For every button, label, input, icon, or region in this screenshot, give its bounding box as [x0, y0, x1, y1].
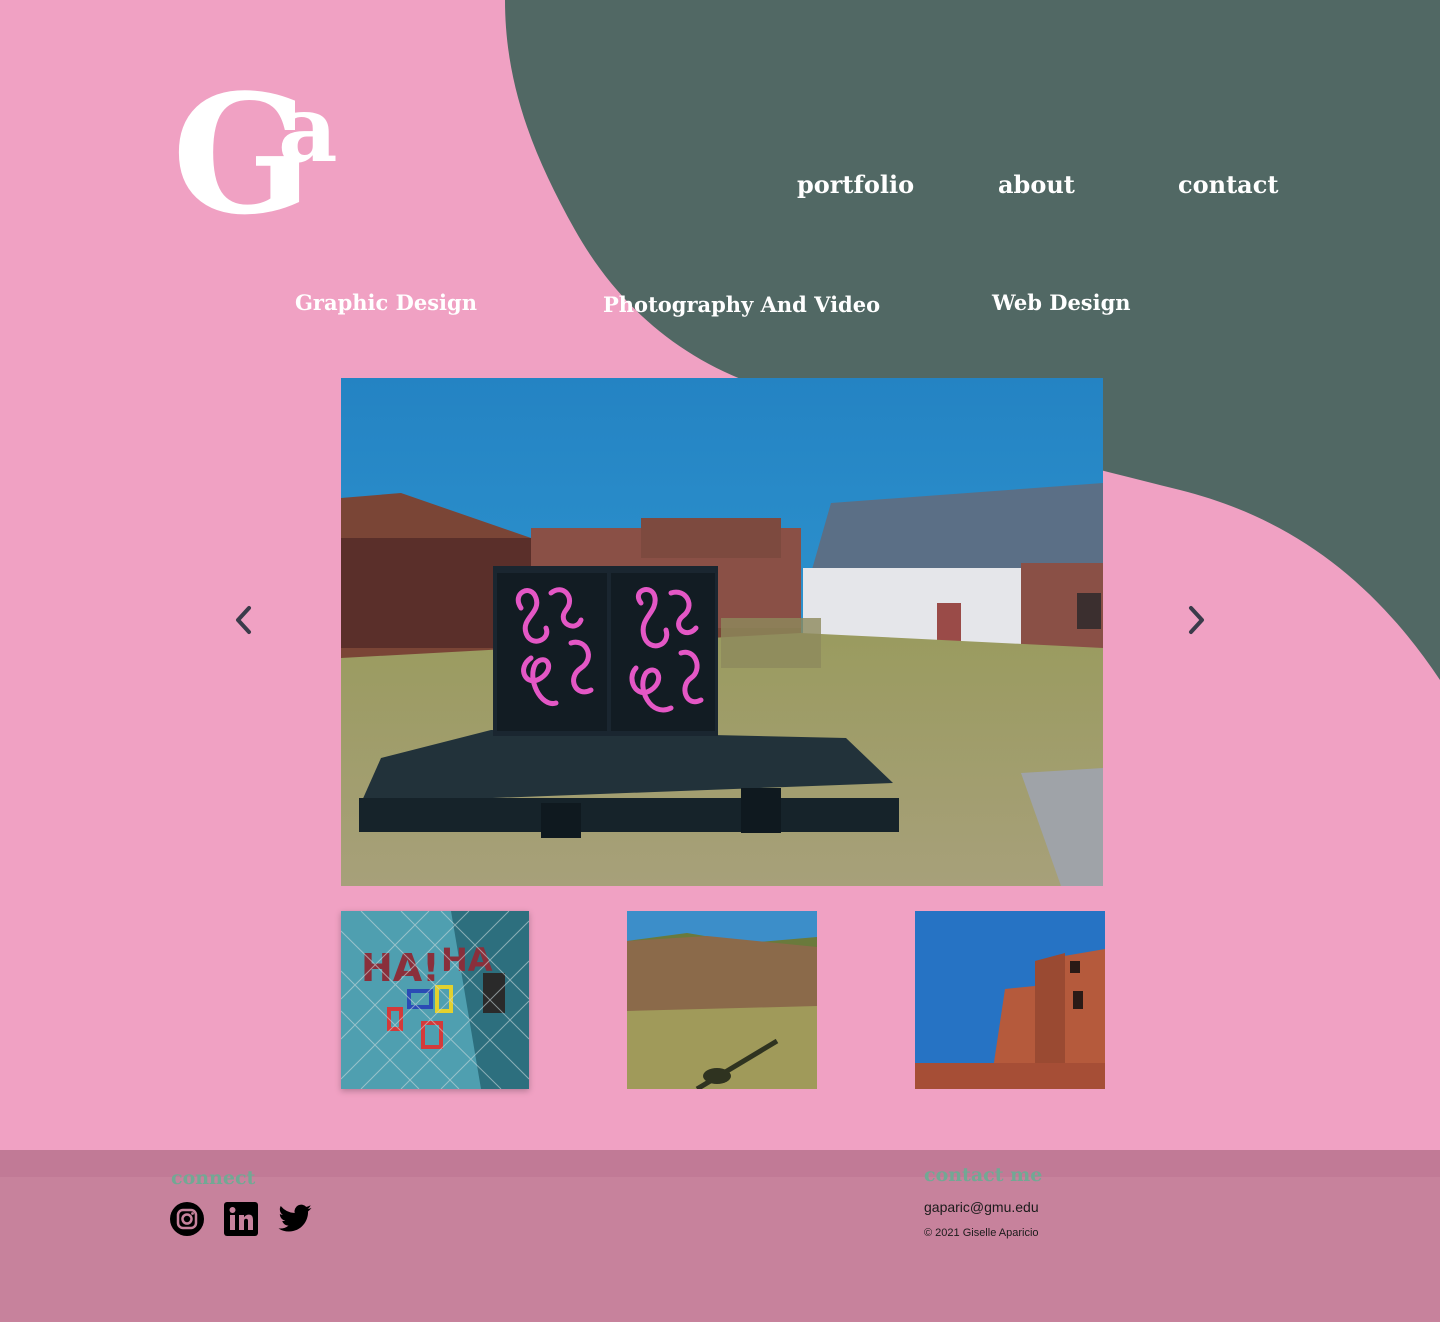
linkedin-icon	[224, 1202, 258, 1236]
nav-contact[interactable]: contact	[1178, 170, 1278, 199]
logo[interactable]: G a	[170, 73, 370, 237]
chevron-right-icon	[1189, 606, 1204, 634]
twitter-link[interactable]	[277, 1201, 313, 1237]
contact-email[interactable]: gaparic@gmu.edu	[924, 1199, 1039, 1215]
category-web-design[interactable]: Web Design	[992, 290, 1131, 315]
thumbnail-1[interactable]: HA! HA	[341, 911, 529, 1089]
carousel-main-image	[341, 378, 1103, 886]
instagram-icon	[170, 1202, 204, 1236]
instagram-link[interactable]	[169, 1201, 205, 1237]
connect-heading: connect	[171, 1167, 256, 1189]
carousel-next-button[interactable]	[1176, 600, 1216, 640]
contact-heading: contact me	[924, 1164, 1043, 1186]
twitter-icon	[278, 1204, 312, 1232]
copyright-text: © 2021 Giselle Aparicio	[924, 1227, 1039, 1239]
nav-portfolio[interactable]: portfolio	[797, 170, 914, 199]
chevron-left-icon	[236, 606, 251, 634]
nav-about[interactable]: about	[998, 170, 1075, 199]
category-graphic-design[interactable]: Graphic Design	[295, 290, 477, 315]
linkedin-link[interactable]	[223, 1201, 259, 1237]
thumbnail-3[interactable]	[915, 911, 1105, 1089]
thumbnail-2[interactable]	[627, 911, 817, 1089]
category-photography-video[interactable]: Photography And Video	[603, 292, 880, 317]
carousel-prev-button[interactable]	[224, 600, 264, 640]
